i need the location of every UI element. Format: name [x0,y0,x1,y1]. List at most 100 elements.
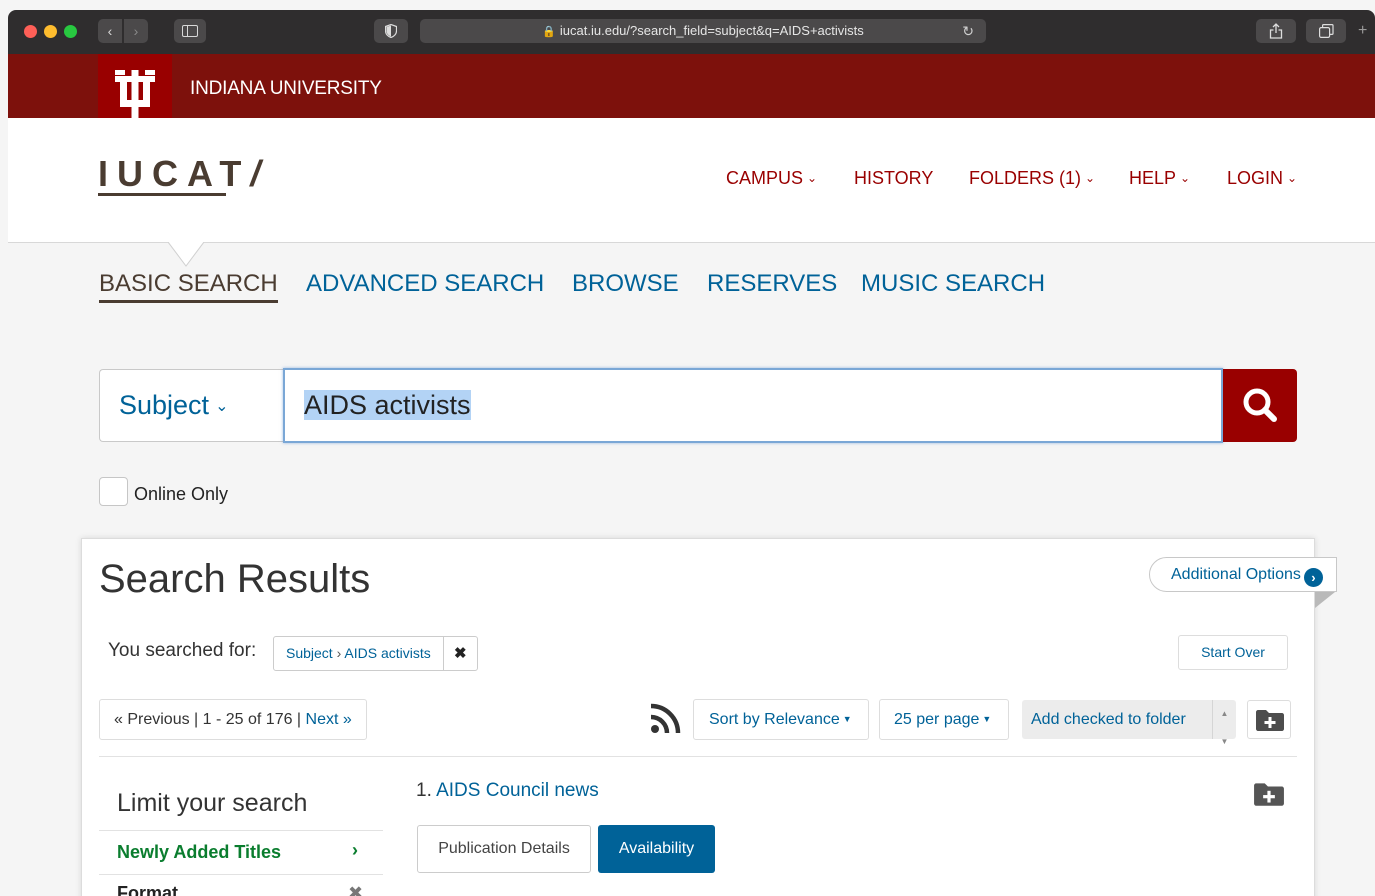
ribbon-fold [1315,592,1335,608]
constraint-value: AIDS activists [344,645,431,661]
rss-feed-button[interactable] [647,701,683,737]
tab-basic-search[interactable]: BASIC SEARCH [99,270,278,303]
chevron-down-icon: ⌄ [1180,170,1191,185]
divider [99,756,1297,757]
tab-availability[interactable]: Availability [598,825,715,873]
constraint-label[interactable]: Subject › AIDS activists [274,637,444,670]
tab-music-search[interactable]: MUSIC SEARCH [861,270,1045,298]
tab-overview-button[interactable] [1306,19,1346,43]
lock-icon: 🔒 [542,26,556,38]
per-page-dropdown[interactable]: 25 per page ▼ [879,699,1009,740]
nav-help-label: HELP [1129,168,1177,188]
nav-login[interactable]: LOGIN ⌄ [1227,168,1297,189]
sort-label: Sort by Relevance [709,711,840,728]
zoom-window-button[interactable] [64,25,77,38]
divider [99,874,383,875]
share-button[interactable] [1256,19,1296,43]
reload-icon[interactable]: ↻ [962,19,974,43]
facets-heading: Limit your search [117,789,308,817]
result-item-title: 1. AIDS Council news [416,780,599,802]
searched-for-label: You searched for: [108,640,257,661]
new-tab-button[interactable]: + [1358,19,1375,43]
nav-history[interactable]: HISTORY [854,168,933,189]
tab-reserves[interactable]: RESERVES [707,270,837,298]
browser-toolbar: ‹ › 🔒 iucat.iu.edu/?search_field=subject&… [8,10,1375,54]
search-icon [1243,388,1277,422]
sort-dropdown[interactable]: Sort by Relevance ▼ [693,699,869,740]
chevron-down-icon: ⌄ [1287,170,1298,185]
nav-history-label: HISTORY [854,168,934,188]
divider [99,830,383,831]
back-button[interactable]: ‹ [98,19,122,43]
search-input[interactable]: AIDS activists [283,368,1223,443]
minimize-window-button[interactable] [44,25,57,38]
university-name[interactable]: INDIANA UNIVERSITY [190,78,382,100]
nav-campus[interactable]: CAMPUS ⌄ [726,168,817,189]
search-input-value: AIDS activists [304,390,471,420]
tab-browse-label: BROWSE [572,270,679,297]
iucat-logo-text: IUCAT [98,153,251,194]
chevron-down-icon: ⌄ [807,170,818,185]
caret-down-icon: ▼ [842,714,852,724]
iucat-logo[interactable]: IUCAT/ [98,153,260,195]
next-page-link[interactable]: Next » [306,711,352,728]
shield-icon [384,23,398,39]
folder-action-select[interactable]: Add checked to folder ▲ ▼ [1022,700,1236,746]
constraint-field: Subject [286,645,333,661]
folder-plus-icon [1254,783,1284,806]
address-bar[interactable]: 🔒 iucat.iu.edu/?search_field=subject&q=AI… [420,19,986,43]
chevron-right-circle-icon: › [1303,568,1323,587]
start-over-button[interactable]: Start Over [1178,635,1288,670]
chevron-left-icon: ‹ [107,23,113,39]
add-to-folder-button[interactable] [1247,700,1291,739]
tab-advanced-search[interactable]: ADVANCED SEARCH [306,270,544,298]
privacy-shield-button[interactable] [374,19,408,43]
tabs-icon [1318,24,1334,39]
result-add-to-folder-button[interactable] [1253,781,1285,807]
nav-folders[interactable]: FOLDERS (1) ⌄ [969,168,1095,189]
select-arrows-icon: ▲ ▼ [1212,700,1236,746]
chevron-down-icon: ⌄ [215,398,229,415]
search-field-select[interactable]: Subject ⌄ [99,369,283,442]
chevron-down-icon: ⌄ [1085,170,1096,185]
online-only-label: Online Only [134,484,229,504]
rss-icon [650,703,681,734]
remove-constraint-icon[interactable]: ✖ [444,637,477,670]
nav-folders-label: FOLDERS (1) [969,168,1082,188]
online-only-checkbox[interactable] [99,477,128,506]
tab-browse[interactable]: BROWSE [572,270,679,298]
nav-campus-label: CAMPUS [726,168,804,188]
caret-down-icon: ▼ [982,714,992,724]
url-text: iucat.iu.edu/?search_field=subject&q=AID… [559,23,864,38]
constraint-sep: › [336,645,342,661]
tab-reserves-label: RESERVES [707,270,838,297]
tab-advanced-search-label: ADVANCED SEARCH [306,270,545,297]
nav-help[interactable]: HELP ⌄ [1129,168,1190,189]
iucat-logo-slash: / [250,153,261,194]
close-window-button[interactable] [24,25,37,38]
search-constraint: Subject › AIDS activists ✖ [273,636,478,671]
forward-button[interactable]: › [124,19,148,43]
nav-login-label: LOGIN [1227,168,1284,188]
tab-publication-details[interactable]: Publication Details [417,825,591,873]
chevron-right-icon: › [133,23,139,39]
remove-facet-icon[interactable]: ✖ [348,883,363,896]
active-tab-pointer [168,242,204,267]
share-icon [1269,23,1283,39]
facet-format[interactable]: Format [117,883,178,896]
search-button[interactable] [1223,369,1297,442]
additional-options-button[interactable]: Additional Options › [1149,557,1337,592]
tab-basic-search-label: BASIC SEARCH [99,270,278,303]
previous-page-link[interactable]: « Previous [114,711,190,728]
tab-music-search-label: MUSIC SEARCH [861,270,1046,297]
logo-underline [98,193,226,196]
folder-plus-icon [1256,710,1284,731]
results-heading: Search Results [99,557,371,601]
result-number: 1. [416,780,432,801]
pager: « Previous | 1 - 25 of 176 | Next » [99,699,367,740]
result-title-link[interactable]: AIDS Council news [436,780,599,801]
facet-newly-added[interactable]: Newly Added Titles [117,842,281,863]
folder-action-label: Add checked to folder [1031,711,1186,728]
chevron-right-icon[interactable]: › [352,840,358,861]
sidebar-toggle-button[interactable] [174,19,206,43]
